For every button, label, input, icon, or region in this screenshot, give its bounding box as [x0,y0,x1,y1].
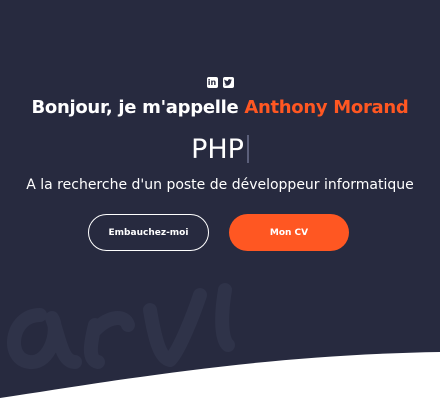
hero-section: in Bonjour, je m'appelle Anthony Morand … [0,0,440,405]
greeting-text: Bonjour, je m'appelle [31,97,239,118]
bottom-wave [0,352,440,405]
hero-subtitle: A la recherche d'un poste de développeur… [26,177,414,193]
linkedin-icon[interactable]: in [206,77,218,88]
twitter-icon[interactable] [222,77,234,88]
typing-cursor [246,135,249,163]
twitter-bird-glyph [224,79,232,86]
cv-button[interactable]: Mon CV [229,214,349,251]
hero-title: Bonjour, je m'appelle Anthony Morand [0,97,440,118]
typed-skill: PHP [0,134,440,165]
social-links: in [0,77,440,88]
typed-text: PHP [191,134,244,165]
name-text: Anthony Morand [244,97,409,118]
hire-me-button[interactable]: Embauchez-moi [88,214,209,251]
